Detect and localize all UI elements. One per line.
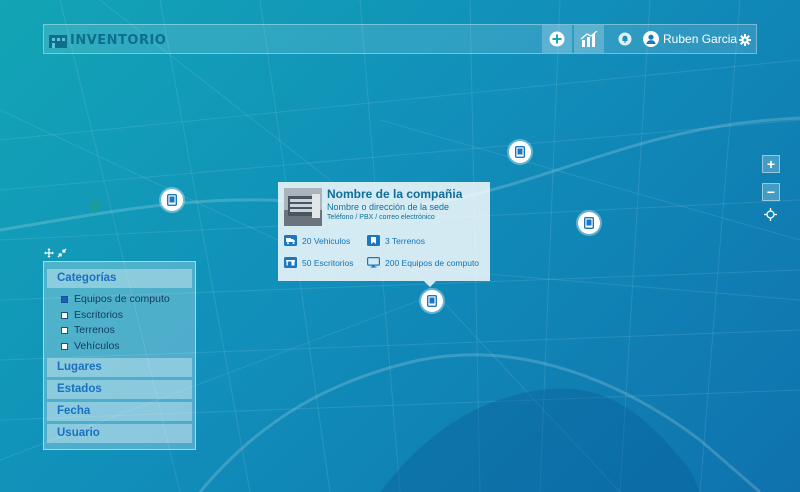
tablet-icon xyxy=(167,194,177,206)
avatar-icon xyxy=(643,31,659,47)
company-photo xyxy=(284,188,322,226)
monitor-icon xyxy=(367,257,380,268)
section-user[interactable]: Usuario xyxy=(47,424,192,443)
stat-label: 3 Terrenos xyxy=(385,235,426,246)
user-menu[interactable]: Ruben Garcia xyxy=(643,25,737,53)
category-label: Escritorios xyxy=(74,309,124,321)
locate-button[interactable] xyxy=(764,208,777,221)
tablet-icon xyxy=(584,217,594,229)
category-item[interactable]: Escritorios xyxy=(61,309,123,321)
reports-button[interactable] xyxy=(574,25,604,53)
top-header: INVENTORIO Ruben Garcia xyxy=(43,24,757,54)
category-item[interactable]: Equipos de computo xyxy=(61,293,170,305)
settings-button[interactable] xyxy=(739,33,751,46)
desk-icon xyxy=(284,257,297,268)
logo-text: INVENTORIO xyxy=(70,32,167,48)
collapse-arrows-icon xyxy=(57,248,67,258)
stat-label: 20 Vehiculos xyxy=(302,235,351,246)
category-label: Terrenos xyxy=(74,324,115,336)
bell-icon xyxy=(618,32,632,46)
section-states[interactable]: Estados xyxy=(47,380,192,399)
plus-circle-icon xyxy=(549,31,565,47)
category-label: Vehículos xyxy=(74,340,120,352)
notifications-button[interactable] xyxy=(618,32,632,46)
bar-chart-icon xyxy=(580,31,598,47)
crosshair-icon xyxy=(764,208,777,221)
category-item[interactable]: Vehículos xyxy=(61,340,120,352)
stat-label: 50 Escritorios xyxy=(302,257,354,268)
stat-computers[interactable]: 200 Equipos de computo xyxy=(367,257,479,268)
map-marker[interactable] xyxy=(509,141,531,163)
tablet-icon xyxy=(427,295,437,307)
user-name: Ruben Garcia xyxy=(663,32,738,46)
bookmark-icon xyxy=(367,235,380,246)
add-button[interactable] xyxy=(542,25,572,53)
company-address: Nombre o dirección de la sede xyxy=(327,202,450,212)
category-label: Equipos de computo xyxy=(74,293,170,305)
section-places[interactable]: Lugares xyxy=(47,358,192,377)
checkbox[interactable] xyxy=(61,326,68,334)
category-item[interactable]: Terrenos xyxy=(61,324,115,336)
tablet-icon xyxy=(515,146,525,158)
truck-icon xyxy=(284,235,297,246)
map-marker[interactable] xyxy=(161,189,183,211)
gear-icon xyxy=(739,34,751,46)
panel-collapse-button[interactable] xyxy=(57,248,67,261)
company-info-popup: Nombre de la compañia Nombre o dirección… xyxy=(278,182,490,287)
map-marker[interactable] xyxy=(578,212,600,234)
checkbox[interactable] xyxy=(61,295,68,303)
panel-move-handle[interactable] xyxy=(44,248,54,261)
stat-lands[interactable]: 3 Terrenos xyxy=(367,235,425,246)
app-logo[interactable]: INVENTORIO xyxy=(49,30,166,50)
stat-desks[interactable]: 50 Escritorios xyxy=(284,257,354,268)
move-icon xyxy=(44,248,54,258)
section-date[interactable]: Fecha xyxy=(47,402,192,421)
company-name: Nombre de la compañia xyxy=(327,187,463,201)
section-categories[interactable]: Categorías xyxy=(47,269,192,288)
company-contact: Teléfono / PBX / correo electrónico xyxy=(327,214,435,221)
zoom-out-button[interactable]: − xyxy=(762,183,780,201)
stat-label: 200 Equipos de computo xyxy=(385,257,480,268)
checkbox[interactable] xyxy=(61,342,68,350)
building-logo-icon xyxy=(49,34,67,48)
map-marker-selected[interactable] xyxy=(421,290,443,312)
zoom-in-button[interactable]: + xyxy=(762,155,780,173)
checkbox[interactable] xyxy=(61,311,68,319)
stat-vehicles[interactable]: 20 Vehiculos xyxy=(284,235,350,246)
filter-panel: Categorías Equipos de computo Escritorio… xyxy=(43,261,196,450)
